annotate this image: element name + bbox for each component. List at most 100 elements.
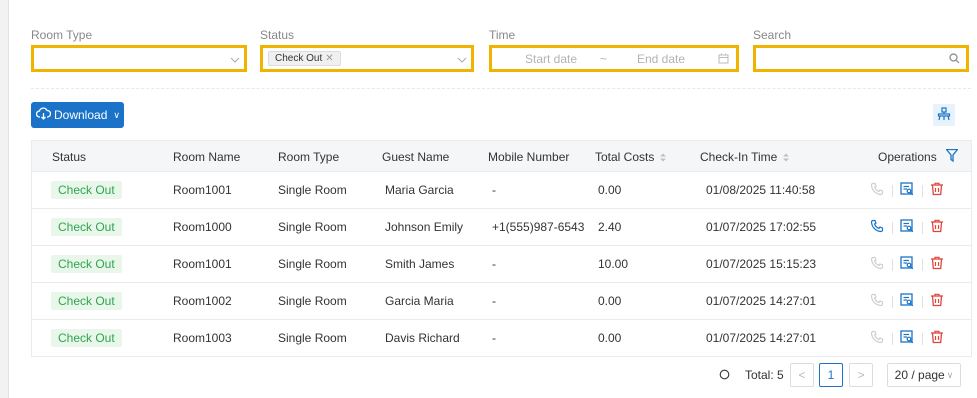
room-name-cell: Room1001 [173,183,232,197]
details-icon[interactable] [900,256,916,272]
chevron-down-icon: ∨ [113,109,120,120]
status-label: Status [260,28,295,42]
table-body: Check Out Room1001 Single Room Maria Garcia… [32,172,971,357]
room-name-cell: Room1002 [173,294,232,308]
pagination-total: Total: 5 [745,368,784,382]
chevron-left-icon: < [798,368,806,382]
guest-name-cell: Johnson Emily [385,220,464,234]
col-room-type: Room Type [278,150,340,164]
checkin-time-cell: 01/07/2025 14:27:01 [706,331,817,345]
details-icon[interactable] [900,182,916,198]
phone-icon[interactable] [870,256,886,272]
checkin-time-cell: 01/08/2025 11:40:58 [706,183,816,197]
col-checkin-time[interactable]: Check-In Time [700,150,790,165]
status-badge: Check Out [51,218,122,236]
room-name-cell: Room1003 [173,331,232,345]
status-select[interactable]: Check Out ✕ [260,45,474,72]
end-date-input[interactable]: End date [637,52,685,66]
room-name-cell: Room1000 [173,220,232,234]
chevron-down-icon: ∨ [946,369,954,380]
table-row: Check Out Room1001 Single Room Smith James -… [32,246,971,283]
download-button[interactable]: Download ∨ [31,102,124,128]
total-costs-cell: 10.00 [598,257,629,271]
sort-icon[interactable] [783,151,790,165]
start-date-input[interactable]: Start date [525,52,577,66]
date-range-picker[interactable]: Start date ~ End date [489,45,739,72]
refresh-icon[interactable] [719,369,730,383]
row-operations [870,293,960,311]
time-label: Time [489,28,516,42]
phone-icon[interactable] [870,219,886,235]
search-label: Search [753,28,792,42]
room-type-label: Room Type [31,28,93,42]
total-costs-cell: 0.00 [598,183,622,197]
details-icon[interactable] [900,330,916,346]
chevron-down-icon [457,54,467,64]
total-costs-cell: 0.00 [598,331,622,345]
total-costs-cell: 2.40 [598,220,622,234]
status-badge: Check Out [51,255,122,273]
cloud-download-icon [35,107,54,123]
col-total-costs[interactable]: Total Costs [595,150,667,165]
page-size-label: 20 / page [894,368,945,382]
sort-icon[interactable] [660,151,667,165]
checkin-time-cell: 01/07/2025 15:15:23 [706,257,817,271]
search-icon[interactable] [949,53,960,67]
check-out-panel: Room Type Status Check Out ✕ Time Start d… [8,0,977,398]
room-name-cell: Room1001 [173,257,232,271]
table-header: Status Room Name Room Type Guest Name Mo… [32,141,971,172]
checkin-time-cell: 01/07/2025 14:27:01 [706,294,817,308]
filter-icon[interactable] [945,148,959,165]
details-icon[interactable] [900,219,916,235]
delete-icon[interactable] [930,256,946,272]
column-settings-button[interactable] [933,104,955,126]
room-type-cell: Single Room [278,331,347,345]
row-operations [870,182,960,200]
next-page-button[interactable]: > [849,363,873,387]
col-status: Status [52,150,87,164]
page-size-select[interactable]: 20 / page ∨ [887,363,961,387]
mobile-number-cell: - [492,294,496,308]
close-icon[interactable]: ✕ [325,53,333,64]
page-number[interactable]: 1 [819,363,843,387]
room-type-select[interactable] [31,45,247,72]
phone-icon[interactable] [870,293,886,309]
chevron-right-icon: > [857,368,865,382]
check-out-table: Status Room Name Room Type Guest Name Mo… [31,140,972,357]
col-room-name: Room Name [173,150,241,164]
col-guest-name: Guest Name [382,150,450,164]
delete-icon[interactable] [930,219,946,235]
calendar-icon [718,53,729,67]
checkin-time-label: Check-In Time [700,150,778,164]
search-input[interactable] [753,45,969,72]
status-badge: Check Out [51,292,122,310]
room-type-cell: Single Room [278,220,347,234]
mobile-number-cell: - [492,183,496,197]
col-mobile-number: Mobile Number [488,150,570,164]
mobile-number-cell: - [492,257,496,271]
prev-page-button[interactable]: < [790,363,814,387]
table-row: Check Out Room1003 Single Room Davis Richar… [32,320,971,357]
table-row: Check Out Room1000 Single Room Johnson Emil… [32,209,971,246]
checkin-time-cell: 01/07/2025 17:02:55 [706,220,817,234]
row-operations [870,219,960,237]
chevron-down-icon [230,54,240,64]
room-type-cell: Single Room [278,294,347,308]
details-icon[interactable] [900,293,916,309]
phone-icon[interactable] [870,182,886,198]
status-tag-text: Check Out [275,53,323,64]
filter-divider [31,88,971,89]
column-settings-icon [937,106,951,124]
delete-icon[interactable] [930,330,946,346]
delete-icon[interactable] [930,293,946,309]
row-operations [870,256,960,274]
total-costs-cell: 0.00 [598,294,622,308]
status-badge: Check Out [51,181,122,199]
mobile-number-cell: +1(555)987-6543 [492,220,585,234]
total-costs-label: Total Costs [595,150,655,164]
guest-name-cell: Garcia Maria [385,294,454,308]
delete-icon[interactable] [930,182,946,198]
phone-icon[interactable] [870,330,886,346]
guest-name-cell: Maria Garcia [385,183,454,197]
status-tag[interactable]: Check Out ✕ [268,51,341,66]
